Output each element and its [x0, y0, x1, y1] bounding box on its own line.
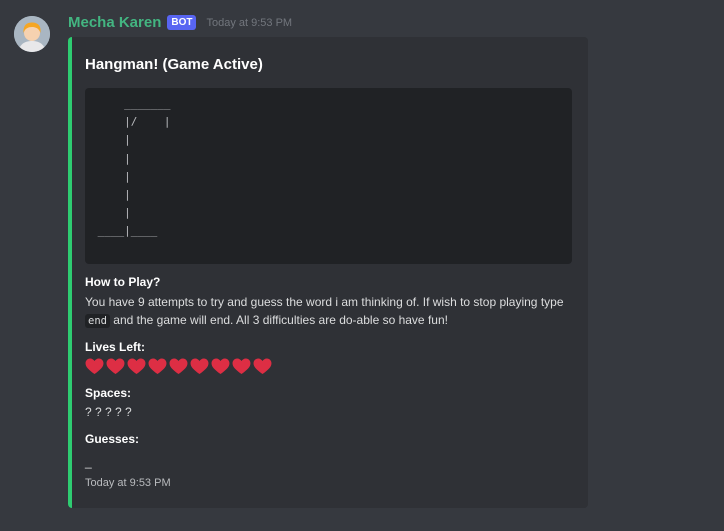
- hangman-ascii-art: _______ |/ | | | | | | ____|____: [97, 97, 171, 238]
- chat-message: Mecha Karen BOT Today at 9:53 PM Hangman…: [0, 0, 724, 531]
- how-to-play-text-1: You have 9 attempts to try and guess the…: [85, 295, 564, 309]
- red-heart-icon: [190, 358, 209, 375]
- bot-tag: BOT: [167, 15, 197, 30]
- lives-hearts: [85, 358, 272, 375]
- field-lives-name: Lives Left:: [85, 340, 146, 354]
- red-heart-icon: [127, 358, 146, 375]
- field-guesses-value: _: [85, 455, 92, 469]
- author-name[interactable]: Mecha Karen: [68, 14, 161, 31]
- field-spaces-value: ? ? ? ? ?: [85, 405, 132, 419]
- red-heart-icon: [211, 358, 230, 375]
- red-heart-icon: [253, 358, 272, 375]
- avatar[interactable]: [14, 16, 50, 52]
- field-how-to-play-value: You have 9 attempts to try and guess the…: [85, 293, 565, 330]
- how-to-play-text-2: and the game will end. All 3 difficultie…: [109, 313, 448, 327]
- ascii-codeblock: _______ |/ | | | | | | ____|____: [85, 88, 572, 264]
- avatar-icon: [14, 16, 50, 52]
- red-heart-icon: [85, 358, 104, 375]
- embed-title: Hangman! (Game Active): [85, 56, 263, 73]
- field-how-to-play-name: How to Play?: [85, 275, 161, 289]
- embed: Hangman! (Game Active) _______ |/ | | | …: [68, 37, 588, 508]
- red-heart-icon: [148, 358, 167, 375]
- red-heart-icon: [232, 358, 251, 375]
- field-spaces-name: Spaces:: [85, 386, 132, 400]
- embed-footer-timestamp: Today at 9:53 PM: [85, 477, 171, 489]
- red-heart-icon: [169, 358, 188, 375]
- field-guesses-name: Guesses:: [85, 432, 140, 446]
- inline-code-end: end: [85, 314, 110, 328]
- red-heart-icon: [106, 358, 125, 375]
- message-timestamp[interactable]: Today at 9:53 PM: [206, 17, 292, 29]
- message-header: Mecha Karen BOT Today at 9:53 PM: [68, 14, 292, 31]
